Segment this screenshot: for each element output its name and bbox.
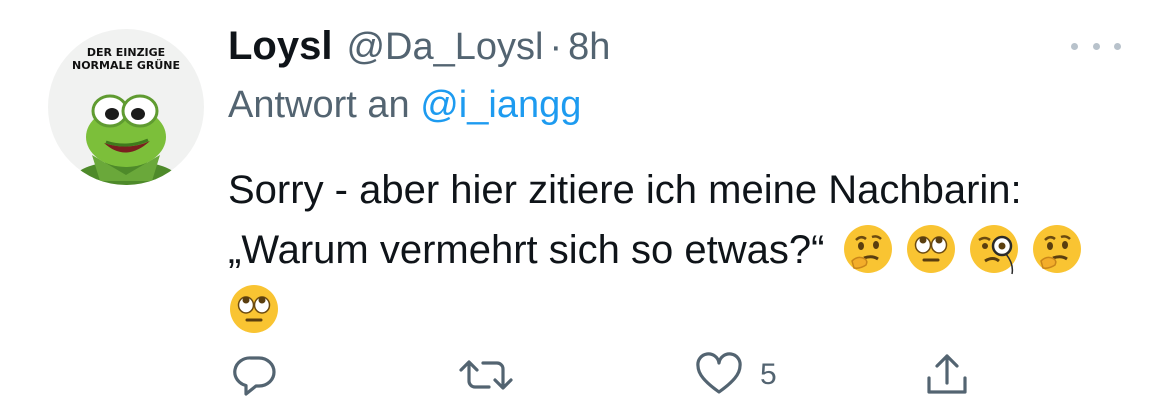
display-name[interactable]: Loysl	[228, 24, 332, 69]
dot-icon	[1092, 42, 1100, 50]
heart-icon	[696, 352, 742, 394]
tweet-text: Sorry - aber hier zitiere ich meine Nach…	[228, 160, 1128, 340]
thinking-face-icon	[844, 225, 893, 273]
like-button[interactable]: 5	[694, 350, 777, 400]
face-with-monocle-icon	[970, 225, 1019, 275]
avatar[interactable]: DER EINZIGE NORMALE GRÜNE	[48, 29, 204, 185]
share-button[interactable]	[922, 350, 972, 400]
face-with-rolling-eyes-icon	[230, 285, 278, 333]
reply-mention-link[interactable]: @i_iangg	[420, 84, 581, 126]
retweet-button[interactable]	[455, 350, 517, 400]
kermit-frog-image	[74, 94, 178, 185]
dot-icon	[1114, 42, 1121, 50]
user-handle[interactable]: @Da_Loysl	[346, 26, 543, 69]
timestamp[interactable]: 8h	[568, 26, 610, 69]
reply-button[interactable]	[232, 350, 278, 400]
retweet-icon	[459, 360, 513, 390]
reply-prefix: Antwort an	[228, 84, 410, 126]
separator-dot: ·	[549, 26, 563, 68]
reply-context: Antwort an @i_iangg	[228, 84, 581, 127]
speech-bubble-icon	[233, 356, 276, 396]
dot-icon	[1071, 42, 1078, 50]
face-with-rolling-eyes-icon	[907, 225, 956, 273]
like-count: 5	[760, 358, 777, 391]
tweet-header: Loysl @Da_Loysl · 8h	[228, 24, 610, 74]
share-icon	[927, 354, 967, 394]
action-bar: 5	[0, 350, 1170, 400]
thinking-face-icon	[1033, 225, 1082, 273]
more-options-button[interactable]	[1071, 35, 1121, 57]
